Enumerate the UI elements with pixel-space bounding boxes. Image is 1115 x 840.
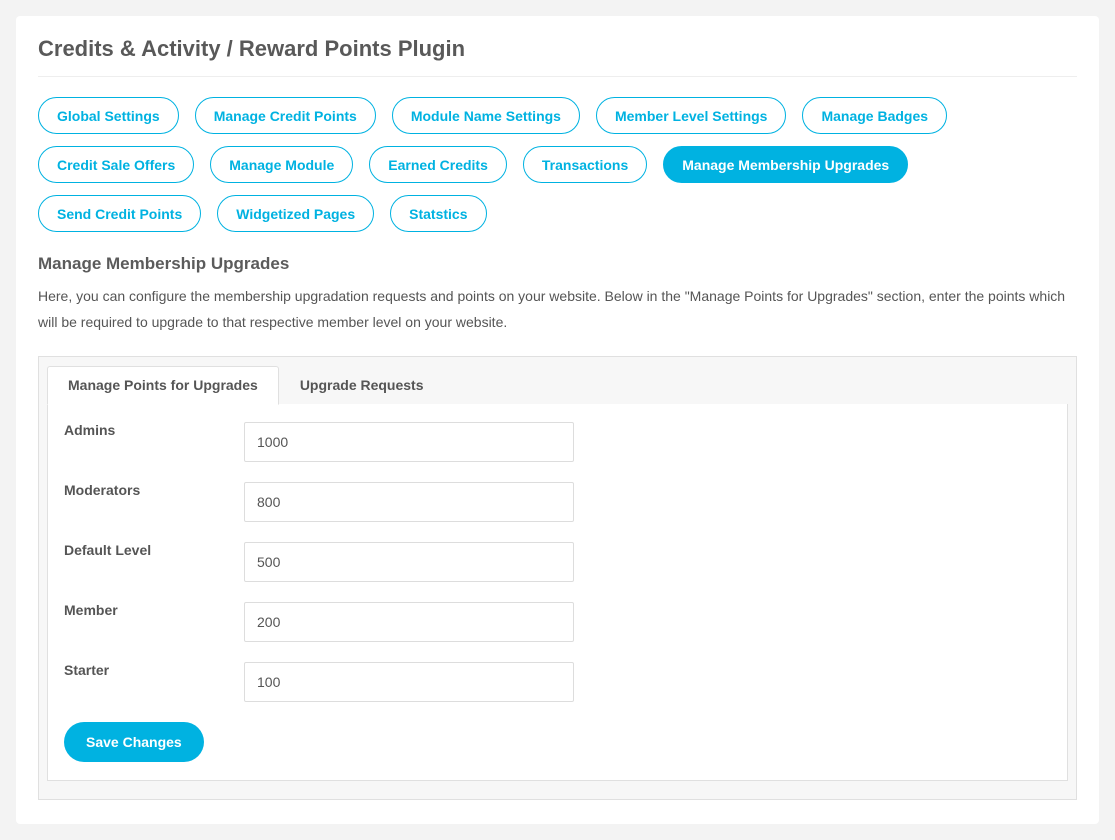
level-label: Member <box>64 602 244 618</box>
level-label: Default Level <box>64 542 244 558</box>
level-label: Admins <box>64 422 244 438</box>
form-tab[interactable]: Upgrade Requests <box>279 366 445 405</box>
nav-pill[interactable]: Module Name Settings <box>392 97 580 134</box>
nav-pill[interactable]: Global Settings <box>38 97 179 134</box>
level-row: Starter <box>64 662 1051 702</box>
nav-pills: Global Settings Manage Credit Points Modul… <box>38 97 1077 232</box>
save-changes-button[interactable]: Save Changes <box>64 722 204 762</box>
form-card: Manage Points for UpgradesUpgrade Reques… <box>38 356 1077 800</box>
level-row: Admins <box>64 422 1051 462</box>
title-divider <box>38 76 1077 77</box>
level-value-wrap <box>244 422 574 462</box>
nav-pill[interactable]: Manage Credit Points <box>195 97 376 134</box>
level-row: Member <box>64 602 1051 642</box>
level-points-input[interactable] <box>244 662 574 702</box>
nav-pill[interactable]: Statstics <box>390 195 486 232</box>
tabs-bar: Manage Points for UpgradesUpgrade Reques… <box>47 365 1068 404</box>
level-points-input[interactable] <box>244 602 574 642</box>
level-points-input[interactable] <box>244 542 574 582</box>
level-value-wrap <box>244 542 574 582</box>
level-value-wrap <box>244 602 574 642</box>
main-panel: Credits & Activity / Reward Points Plugi… <box>16 16 1099 824</box>
form-body: Admins Moderators Default Level Member Start… <box>48 404 1067 780</box>
nav-pill[interactable]: Manage Membership Upgrades <box>663 146 908 183</box>
form-tab[interactable]: Manage Points for Upgrades <box>47 366 279 405</box>
level-label: Starter <box>64 662 244 678</box>
level-points-input[interactable] <box>244 422 574 462</box>
page-title: Credits & Activity / Reward Points Plugi… <box>38 36 1077 62</box>
nav-pill[interactable]: Send Credit Points <box>38 195 201 232</box>
nav-pill[interactable]: Earned Credits <box>369 146 507 183</box>
level-value-wrap <box>244 482 574 522</box>
level-row: Default Level <box>64 542 1051 582</box>
section-description: Here, you can configure the membership u… <box>38 284 1077 336</box>
nav-pill[interactable]: Credit Sale Offers <box>38 146 194 183</box>
nav-pill[interactable]: Widgetized Pages <box>217 195 374 232</box>
level-points-input[interactable] <box>244 482 574 522</box>
nav-pill[interactable]: Manage Badges <box>802 97 947 134</box>
level-row: Moderators <box>64 482 1051 522</box>
nav-pill[interactable]: Manage Module <box>210 146 353 183</box>
level-label: Moderators <box>64 482 244 498</box>
level-value-wrap <box>244 662 574 702</box>
nav-pill[interactable]: Transactions <box>523 146 647 183</box>
section-title: Manage Membership Upgrades <box>38 254 1077 274</box>
inner-card: Admins Moderators Default Level Member Start… <box>47 404 1068 781</box>
nav-pill[interactable]: Member Level Settings <box>596 97 787 134</box>
